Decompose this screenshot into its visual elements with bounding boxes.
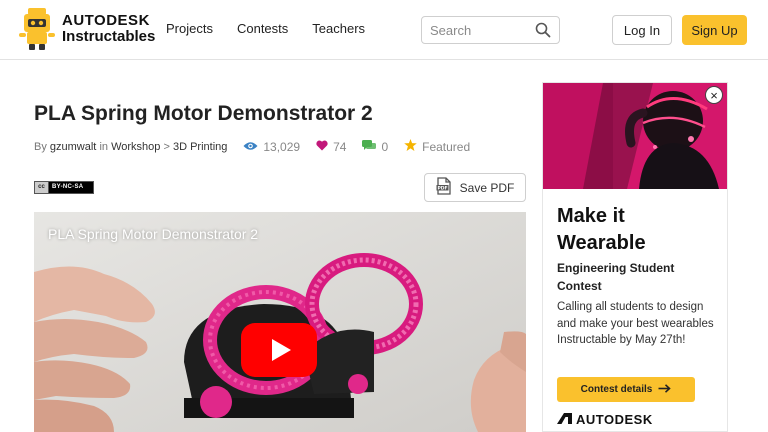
autodesk-mark-icon [557, 412, 572, 427]
in-label: in [99, 140, 108, 153]
play-icon [271, 339, 291, 361]
comments-stat: 0 [362, 139, 389, 154]
video-title: PLA Spring Motor Demonstrator 2 [48, 226, 259, 242]
arrow-right-icon [658, 383, 672, 396]
contest-details-button[interactable]: Contest details [557, 377, 695, 402]
nav-teachers[interactable]: Teachers [312, 21, 365, 36]
pdf-icon: PDF [436, 177, 452, 198]
save-pdf-label: Save PDF [459, 180, 515, 195]
subcategory-link[interactable]: 3D Printing [173, 141, 227, 153]
search-input[interactable] [430, 22, 530, 38]
autodesk-wordmark: AUTODESK [576, 412, 653, 427]
robot-mascot-icon [18, 7, 56, 51]
ad-image [543, 83, 727, 189]
comments-count: 0 [381, 139, 389, 154]
close-ad-button[interactable]: × [705, 86, 723, 104]
ad-headline-line1: Make it [557, 205, 625, 227]
comment-icon [362, 139, 377, 154]
eye-icon [243, 140, 258, 154]
login-button[interactable]: Log In [612, 15, 672, 45]
autodesk-logo: AUTODESK [557, 412, 653, 427]
featured-stat: Featured [404, 139, 470, 154]
svg-text:PDF: PDF [437, 185, 447, 191]
featured-label: Featured [422, 139, 471, 154]
breadcrumb-separator: > [163, 140, 170, 153]
search-icon[interactable] [535, 22, 551, 43]
video-player[interactable]: PLA Spring Motor Demonstrator 2 [34, 212, 526, 432]
nav-contests[interactable]: Contests [237, 21, 288, 36]
ad-headline: Make it Wearable [557, 203, 717, 257]
video-thumbnail [34, 212, 526, 432]
site-header: AUTODESK Instructables Projects Contests… [0, 0, 768, 60]
ad-body: Calling all students to design and make … [557, 301, 714, 346]
cc-icon: cc [35, 182, 49, 193]
site-logo[interactable]: AUTODESK Instructables [18, 7, 155, 51]
search-box[interactable] [421, 16, 560, 44]
contest-ad[interactable]: × Make it Wearable Engineering Student C… [542, 82, 728, 432]
contest-details-label: Contest details [580, 384, 653, 395]
brand-autodesk: AUTODESK [62, 12, 150, 29]
save-pdf-button[interactable]: PDF Save PDF [424, 173, 526, 202]
by-label: By [34, 140, 47, 153]
main-nav: Projects Contests Teachers [166, 21, 365, 36]
favorites-stat: 74 [316, 140, 346, 154]
play-button[interactable] [241, 323, 317, 377]
article-meta: By gzumwalt in Workshop > 3D Printing 13… [34, 139, 470, 154]
signup-button[interactable]: Sign Up [682, 15, 747, 45]
favorites-count: 74 [333, 139, 347, 154]
ad-headline-line2: Wearable [557, 232, 646, 254]
license-text: BY-NC-SA [49, 182, 93, 193]
nav-projects[interactable]: Projects [166, 21, 213, 36]
heart-icon [316, 140, 328, 154]
page-title: PLA Spring Motor Demonstrator 2 [34, 102, 373, 125]
views-count: 13,029 [263, 139, 301, 154]
author-link[interactable]: gzumwalt [50, 141, 96, 153]
brand-instructables: Instructables [62, 28, 156, 45]
ad-subheading: Engineering Student Contest [557, 261, 675, 293]
category-link[interactable]: Workshop [111, 141, 160, 153]
star-icon [404, 139, 417, 154]
license-badge[interactable]: cc BY-NC-SA [34, 181, 94, 194]
views-stat: 13,029 [243, 140, 300, 154]
